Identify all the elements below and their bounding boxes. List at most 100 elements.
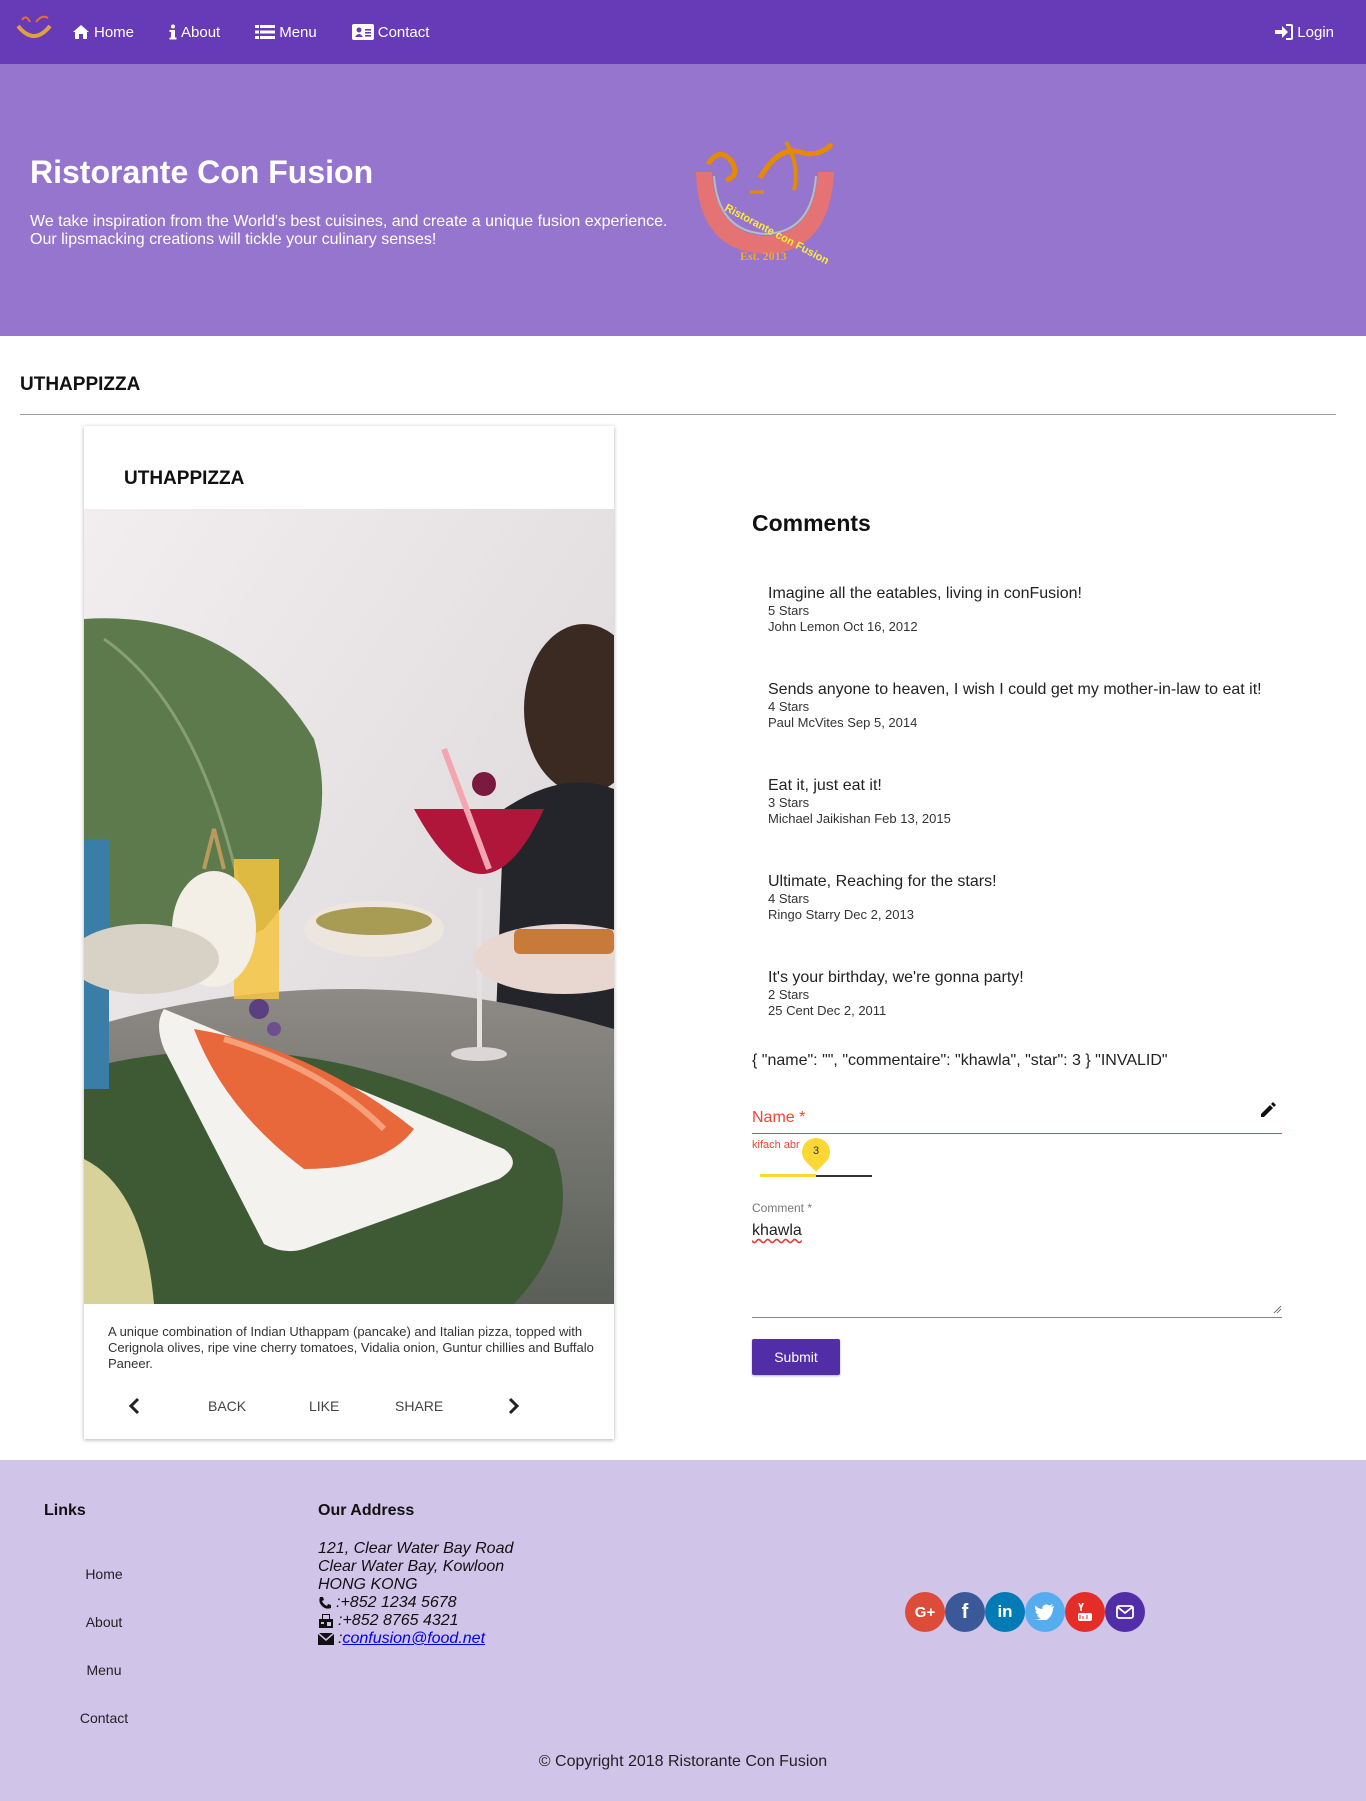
- rating-slider[interactable]: 3: [760, 1132, 872, 1178]
- slider-fill: [760, 1174, 816, 1177]
- address-block: 121, Clear Water Bay Road Clear Water Ba…: [318, 1540, 513, 1648]
- social-links: G+ f in: [905, 1592, 1145, 1632]
- comment-rating: 3 Stars: [768, 795, 810, 810]
- nav-menu[interactable]: Menu: [255, 24, 317, 41]
- login-button[interactable]: Login: [1275, 0, 1334, 64]
- dish-card-title: UTHAPPIZZA: [124, 468, 245, 489]
- nav-about-label: About: [181, 23, 221, 41]
- dish-card: UTHAPPIZZA A unique combination of India…: [84, 426, 614, 1439]
- logo-est: Est. 2013: [740, 249, 787, 263]
- chevron-left-icon: [128, 1397, 140, 1415]
- page-divider: [20, 414, 1336, 415]
- fax-row: : +852 8765 4321: [318, 1612, 513, 1630]
- comment-rating: 4 Stars: [768, 699, 810, 714]
- brand-logo-icon[interactable]: [14, 12, 54, 48]
- dish-photo: [84, 509, 614, 1304]
- youtube-icon: [1078, 1603, 1092, 1621]
- chevron-right-icon: [508, 1397, 520, 1415]
- jumbotron: Ristorante Con Fusion We take inspiratio…: [0, 64, 1366, 336]
- login-label: Login: [1297, 23, 1334, 41]
- slider-value: 3: [812, 1145, 820, 1157]
- footer-link-about[interactable]: About: [44, 1614, 164, 1630]
- restaurant-logo: Ristorante con Fusion Est. 2013: [696, 140, 834, 266]
- footer-link-menu[interactable]: Menu: [44, 1662, 164, 1678]
- comment-text: Eat it, just eat it!: [768, 777, 882, 794]
- comment-author: Michael Jaikishan Feb 13, 2015: [768, 811, 951, 826]
- pencil-icon[interactable]: [1258, 1100, 1278, 1120]
- name-error: kifach abr: [752, 1139, 800, 1151]
- nav-about[interactable]: About: [169, 24, 220, 41]
- footer-links-title: Links: [44, 1502, 86, 1519]
- twitter-icon: [1035, 1604, 1054, 1620]
- footer-link-home[interactable]: Home: [44, 1566, 164, 1582]
- email-link[interactable]: confusion@food.net: [342, 1630, 485, 1648]
- like-button[interactable]: LIKE: [309, 1386, 339, 1426]
- comment-textarea[interactable]: khawla: [752, 1218, 1282, 1318]
- comments-title: Comments: [752, 510, 871, 536]
- navbar: Home About Menu Contact Login: [0, 0, 1366, 64]
- address-card-icon: [351, 24, 374, 40]
- name-label: Name *: [752, 1109, 806, 1126]
- dish-image: [84, 509, 614, 1304]
- dish-description: A unique combination of Indian Uthappam …: [108, 1324, 594, 1371]
- prev-dish-button[interactable]: [128, 1386, 140, 1426]
- nav-contact[interactable]: Contact: [351, 23, 430, 41]
- sign-in-icon: [1275, 24, 1294, 40]
- nav-menu-label: Menu: [279, 23, 317, 41]
- comment-item: Imagine all the eatables, living in conF…: [768, 584, 1328, 635]
- phone-icon: [319, 1597, 331, 1609]
- phone-row: : +852 1234 5678: [318, 1594, 513, 1612]
- comment-item: It's your birthday, we're gonna party! 2…: [768, 968, 1328, 1019]
- linkedin-icon: in: [997, 1602, 1013, 1621]
- youtube-button[interactable]: [1065, 1592, 1105, 1632]
- address-line: Clear Water Bay, Kowloon: [318, 1558, 505, 1575]
- footer: Links Home About Menu Contact Our Addres…: [0, 1460, 1366, 1801]
- nav-home[interactable]: Home: [72, 24, 134, 41]
- comment-text: It's your birthday, we're gonna party!: [768, 969, 1024, 986]
- email-row: : confusion@food.net: [318, 1630, 513, 1648]
- page-title: UTHAPPIZZA: [20, 374, 141, 395]
- fax-number: +852 8765 4321: [342, 1612, 459, 1629]
- comment-item: Ultimate, Reaching for the stars! 4 Star…: [768, 872, 1328, 923]
- comment-text: Imagine all the eatables, living in conF…: [768, 585, 1082, 602]
- envelope-icon: [318, 1633, 334, 1645]
- comment-text: Ultimate, Reaching for the stars!: [768, 873, 997, 890]
- submit-button[interactable]: Submit: [752, 1339, 840, 1375]
- phone-number: +852 1234 5678: [340, 1594, 457, 1611]
- fax-icon: [319, 1614, 333, 1628]
- google-plus-button[interactable]: G+: [905, 1592, 945, 1632]
- form-debug-output: { "name": "", "commentaire": "khawla", "…: [752, 1052, 1168, 1069]
- resize-grip-icon[interactable]: [1272, 1304, 1282, 1314]
- footer-link-contact[interactable]: Contact: [44, 1710, 164, 1726]
- dish-card-actions: BACK LIKE SHARE: [84, 1386, 614, 1426]
- comment-author: Paul McVites Sep 5, 2014: [768, 715, 918, 730]
- comment-text: Sends anyone to heaven, I wish I could g…: [768, 681, 1262, 698]
- facebook-button[interactable]: f: [945, 1592, 985, 1632]
- mail-button[interactable]: [1105, 1592, 1145, 1632]
- envelope-icon: [1116, 1605, 1134, 1619]
- list-icon: [255, 25, 276, 39]
- tagline-line-2: Our lipsmacking creations will tickle yo…: [30, 231, 437, 248]
- address-title: Our Address: [318, 1502, 415, 1519]
- address-line: HONG KONG: [318, 1576, 418, 1593]
- comment-rating: 4 Stars: [768, 891, 810, 906]
- nav-contact-label: Contact: [377, 23, 430, 41]
- linkedin-button[interactable]: in: [985, 1592, 1025, 1632]
- restaurant-tagline: We take inspiration from the World's bes…: [30, 213, 690, 249]
- tagline-line-1: We take inspiration from the World's bes…: [30, 213, 668, 230]
- name-input[interactable]: Name *: [752, 1100, 1282, 1134]
- comment-label: Comment *: [752, 1201, 813, 1215]
- comment-author: John Lemon Oct 16, 2012: [768, 619, 918, 634]
- comment-author: 25 Cent Dec 2, 2011: [768, 1003, 887, 1018]
- share-button[interactable]: SHARE: [395, 1386, 443, 1426]
- twitter-button[interactable]: [1025, 1592, 1065, 1632]
- comment-author: Ringo Starry Dec 2, 2013: [768, 907, 914, 922]
- info-icon: [169, 24, 177, 40]
- nav-links: Home About Menu Contact: [72, 0, 464, 64]
- comment-rating: 2 Stars: [768, 987, 810, 1002]
- facebook-icon: f: [961, 1600, 969, 1623]
- google-plus-icon: G+: [914, 1603, 936, 1621]
- copyright: © Copyright 2018 Ristorante Con Fusion: [538, 1753, 828, 1770]
- back-button[interactable]: BACK: [208, 1386, 246, 1426]
- next-dish-button[interactable]: [508, 1386, 520, 1426]
